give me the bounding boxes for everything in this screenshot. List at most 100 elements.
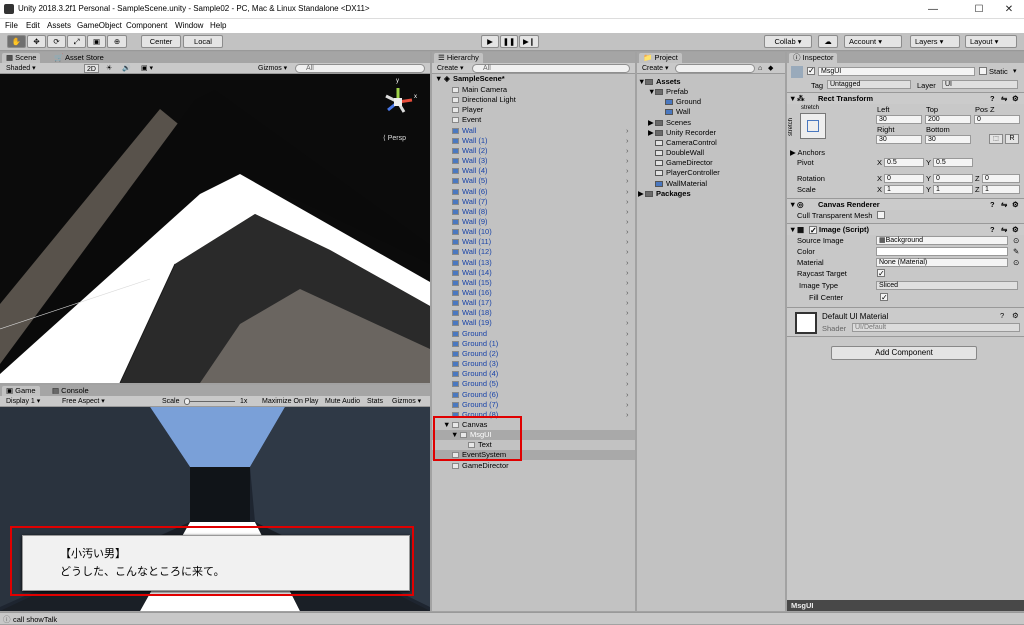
project-item[interactable]: ▶ Unity Recorder (637, 128, 785, 138)
rotation-z-field[interactable]: 0 (982, 174, 1020, 183)
bottom-field[interactable]: 30 (925, 135, 971, 144)
expand-arrow-icon[interactable]: ▼ (435, 74, 442, 84)
lighting-toggle-icon[interactable]: ☀ (106, 64, 112, 73)
fill-center-checkbox[interactable] (880, 292, 888, 303)
hierarchy-item[interactable]: Ground (4) › (432, 369, 635, 379)
prefab-open-chevron-icon[interactable]: › (626, 237, 629, 247)
hierarchy-create-button[interactable]: Create ▾ (437, 64, 463, 73)
prefab-open-chevron-icon[interactable]: › (626, 126, 629, 136)
anchors-foldout[interactable]: ▶ Anchors (790, 148, 825, 157)
prefab-open-chevron-icon[interactable]: › (626, 176, 629, 186)
shading-mode-dropdown[interactable]: Shaded ▾ (6, 64, 36, 73)
prefab-open-chevron-icon[interactable]: › (626, 166, 629, 176)
hierarchy-item[interactable]: Wall (2) › (432, 146, 635, 156)
menu-help[interactable]: Help (210, 21, 226, 30)
status-bar[interactable]: ⓘ call showTalk (0, 612, 1024, 624)
layer-dropdown[interactable]: UI (942, 80, 1018, 89)
scene-search-input[interactable]: All (295, 64, 425, 73)
settings-gear-icon[interactable]: ⚙ (1012, 93, 1019, 105)
hierarchy-item[interactable]: Directional Light (432, 95, 635, 105)
prefab-open-chevron-icon[interactable]: › (626, 227, 629, 237)
hierarchy-item[interactable]: Event (432, 115, 635, 125)
tab-inspector[interactable]: ⓘ Inspector (789, 53, 838, 63)
hierarchy-item[interactable]: Ground (6) › (432, 390, 635, 400)
prefab-open-chevron-icon[interactable]: › (626, 268, 629, 278)
scene-root-row[interactable]: ▼ ◈ SampleScene* (432, 74, 635, 84)
menu-edit[interactable]: Edit (26, 21, 40, 30)
prefab-open-chevron-icon[interactable]: › (626, 278, 629, 288)
prefab-open-chevron-icon[interactable]: › (626, 298, 629, 308)
raw-edit-button[interactable]: R (1005, 134, 1019, 144)
prefab-open-chevron-icon[interactable]: › (626, 156, 629, 166)
shader-dropdown[interactable]: UI/Default (852, 323, 1020, 332)
material-field[interactable]: None (Material) (876, 258, 1008, 267)
step-button[interactable]: ▶❙ (519, 35, 539, 48)
expand-arrow-icon[interactable]: ▶ (638, 189, 644, 199)
project-search-input[interactable] (675, 64, 755, 73)
canvas-renderer-header[interactable]: ▼ ◎ Canvas Renderer ? ⇋ ⚙ (787, 198, 1024, 210)
top-field[interactable]: 200 (925, 115, 971, 124)
move-tool-icon[interactable]: ✥ (27, 35, 46, 48)
rotate-tool-icon[interactable]: ⟳ (47, 35, 66, 48)
hierarchy-item[interactable]: Wall (14) › (432, 268, 635, 278)
layers-dropdown[interactable]: Layers ▾ (910, 35, 960, 48)
project-item[interactable]: Wall (637, 107, 785, 117)
pivot-x-field[interactable]: 0.5 (884, 158, 924, 167)
color-swatch[interactable] (876, 247, 1008, 256)
posz-field[interactable]: 0 (974, 115, 1020, 124)
layout-dropdown[interactable]: Layout ▾ (965, 35, 1017, 48)
prefab-open-chevron-icon[interactable]: › (626, 329, 629, 339)
add-component-button[interactable]: Add Component (831, 346, 977, 360)
prefab-open-chevron-icon[interactable]: › (626, 288, 629, 298)
collapse-arrow-icon[interactable]: ▼ (789, 93, 796, 105)
maximize-on-play-toggle[interactable]: Maximize On Play (262, 397, 318, 406)
prefab-open-chevron-icon[interactable]: › (626, 146, 629, 156)
hierarchy-item[interactable]: Ground (5) › (432, 379, 635, 389)
hierarchy-item[interactable]: Wall (5) › (432, 176, 635, 186)
image-enabled-checkbox[interactable] (809, 225, 817, 237)
right-field[interactable]: 30 (876, 135, 922, 144)
persp-label[interactable]: ⟨ Persp (383, 134, 406, 142)
tab-scene[interactable]: ▦ Scene (2, 53, 41, 63)
hierarchy-search-input[interactable]: All (472, 64, 630, 73)
tag-dropdown[interactable]: Untagged (827, 80, 911, 89)
menu-component[interactable]: Component (126, 21, 167, 30)
hierarchy-item[interactable]: Wall (10) › (432, 227, 635, 237)
prefab-open-chevron-icon[interactable]: › (626, 379, 629, 389)
expand-arrow-icon[interactable]: ▶ (648, 118, 654, 128)
minimize-button[interactable]: — (918, 1, 948, 18)
prefab-open-chevron-icon[interactable]: › (626, 410, 629, 420)
hierarchy-item[interactable]: Ground › (432, 329, 635, 339)
hierarchy-item[interactable]: Wall (13) › (432, 258, 635, 268)
pivot-y-field[interactable]: 0.5 (933, 158, 973, 167)
rect-transform-header[interactable]: ▼ ⁂ Rect Transform ? ⇋ ⚙ (787, 92, 1024, 104)
hierarchy-item[interactable]: Wall (11) › (432, 237, 635, 247)
prefab-open-chevron-icon[interactable]: › (626, 207, 629, 217)
cloud-icon[interactable]: ☁ (818, 35, 838, 48)
prefab-open-chevron-icon[interactable]: › (626, 258, 629, 268)
tab-asset-store[interactable]: 🛒 Asset Store (50, 53, 108, 63)
project-item[interactable]: WallMaterial (637, 179, 785, 189)
hierarchy-item[interactable]: Ground (2) › (432, 349, 635, 359)
menu-file[interactable]: File (5, 21, 18, 30)
maximize-button[interactable]: ☐ (964, 1, 994, 18)
menu-gameobject[interactable]: GameObject (77, 21, 122, 30)
rect-tool-icon[interactable]: ▣ (87, 35, 106, 48)
help-icon[interactable]: ? (1000, 311, 1004, 320)
hierarchy-item[interactable]: Ground (7) › (432, 400, 635, 410)
raycast-checkbox[interactable] (877, 268, 885, 279)
mode-2d-toggle[interactable]: 2D (84, 64, 99, 73)
project-item[interactable]: ▼ Assets (637, 77, 785, 87)
hierarchy-item[interactable]: Wall (4) › (432, 166, 635, 176)
prefab-open-chevron-icon[interactable]: › (626, 247, 629, 257)
project-item[interactable]: ▶ Scenes (637, 118, 785, 128)
prefab-open-chevron-icon[interactable]: › (626, 369, 629, 379)
object-picker-icon[interactable]: ⊙ (1013, 257, 1019, 268)
hierarchy-item[interactable]: Wall (8) › (432, 207, 635, 217)
mute-audio-toggle[interactable]: Mute Audio (325, 397, 360, 406)
anchor-preset-button[interactable] (800, 113, 826, 139)
preview-bar[interactable]: MsgUI (787, 600, 1024, 611)
hierarchy-item[interactable]: Wall (17) › (432, 298, 635, 308)
hierarchy-item[interactable]: Wall (18) › (432, 308, 635, 318)
account-dropdown[interactable]: Account ▾ (844, 35, 902, 48)
